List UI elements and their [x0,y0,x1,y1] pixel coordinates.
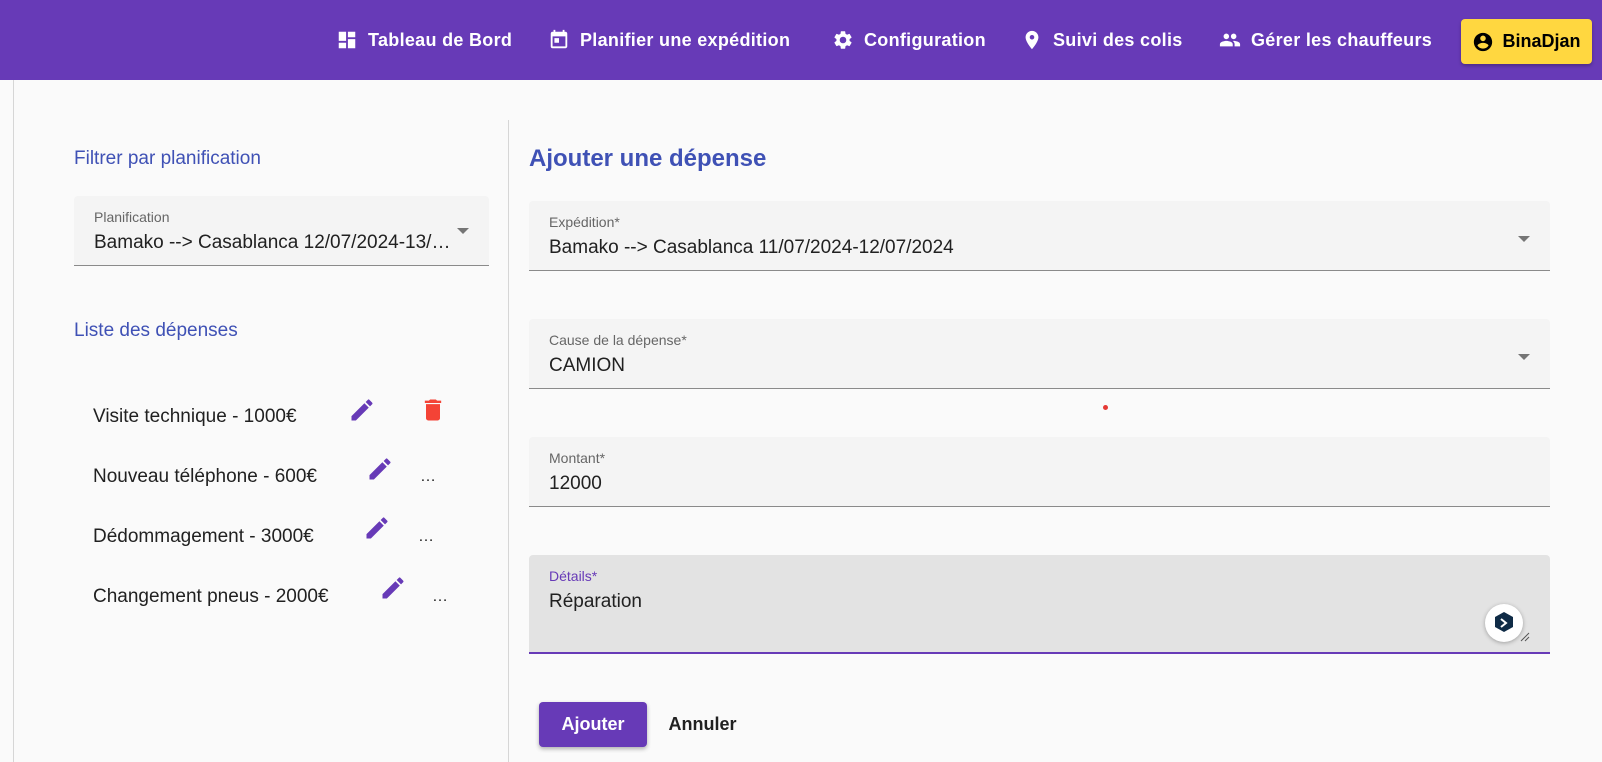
montant-value: 12000 [549,473,602,494]
planification-select[interactable]: Planification Bamako --> Casablanca 12/0… [74,196,489,266]
planification-value: Bamako --> Casablanca 12/07/2024-13/07/2… [94,232,454,253]
more-options[interactable]: … [420,468,436,486]
chevron-down-icon [457,228,469,234]
nav-label: Configuration [864,29,986,50]
ajouter-button[interactable]: Ajouter [539,702,647,747]
expense-text: Dédommagement - 3000€ [93,526,314,547]
deepl-extension-icon[interactable] [1485,604,1523,642]
resize-handle-icon[interactable] [1520,632,1530,642]
nav-label: Planifier une expédition [580,29,791,50]
delete-icon[interactable] [419,396,447,424]
planification-label: Planification [94,209,170,225]
more-options[interactable]: … [418,528,434,546]
people-icon [1219,33,1241,47]
chevron-down-icon [1518,236,1530,242]
column-divider [508,120,509,762]
expenses-list-title: Liste des dépenses [74,320,238,341]
nav-label: Suivi des colis [1053,29,1183,50]
filter-title: Filtrer par planification [74,148,261,169]
calendar-icon [550,29,568,49]
user-name: BinaDjan [1502,31,1581,51]
edit-icon[interactable] [348,396,376,424]
annuler-button[interactable]: Annuler [655,702,750,747]
form-title: Ajouter une dépense [529,145,767,172]
nav-gerer-chauffeurs[interactable]: Gérer les chauffeurs [1219,24,1432,56]
details-value: Réparation [549,591,642,612]
nav-suivi-colis[interactable]: Suivi des colis [1021,24,1183,56]
account-circle-icon [1474,32,1493,51]
edit-icon[interactable] [366,455,394,483]
top-navigation-bar: Tableau de Bord Planifier une expédition… [0,0,1602,80]
details-label: Détails* [549,568,598,584]
montant-field[interactable]: Montant* 12000 [529,437,1550,507]
more-options[interactable]: … [432,588,448,606]
nav-label: Tableau de Bord [368,29,513,50]
cause-value: CAMION [549,355,625,376]
expense-text: Visite technique - 1000€ [93,406,297,427]
details-textarea[interactable]: Détails* Réparation [529,555,1550,654]
cause-label: Cause de la dépense* [549,332,687,348]
user-account-button[interactable]: BinaDjan [1461,19,1592,64]
cause-select[interactable]: Cause de la dépense* CAMION [529,319,1550,389]
expedition-select[interactable]: Expédition* Bamako --> Casablanca 11/07/… [529,201,1550,271]
expedition-value: Bamako --> Casablanca 11/07/2024-12/07/2… [549,237,954,258]
nav-tableau-de-bord[interactable]: Tableau de Bord [336,24,512,56]
nav-label: Gérer les chauffeurs [1251,29,1433,50]
montant-label: Montant* [549,450,606,466]
nav-planifier-expedition[interactable]: Planifier une expédition [548,24,790,56]
left-border [13,80,14,762]
chevron-down-icon [1518,354,1530,360]
red-dot [1103,405,1108,410]
expense-text: Nouveau téléphone - 600€ [93,466,317,487]
location-pin-icon [1025,30,1039,50]
edit-icon[interactable] [379,574,407,602]
nav-configuration[interactable]: Configuration [832,24,986,56]
dashboard-icon [338,31,356,49]
gear-icon [834,31,852,49]
expedition-label: Expédition* [549,214,620,230]
edit-icon[interactable] [363,514,391,542]
expense-text: Changement pneus - 2000€ [93,586,329,607]
